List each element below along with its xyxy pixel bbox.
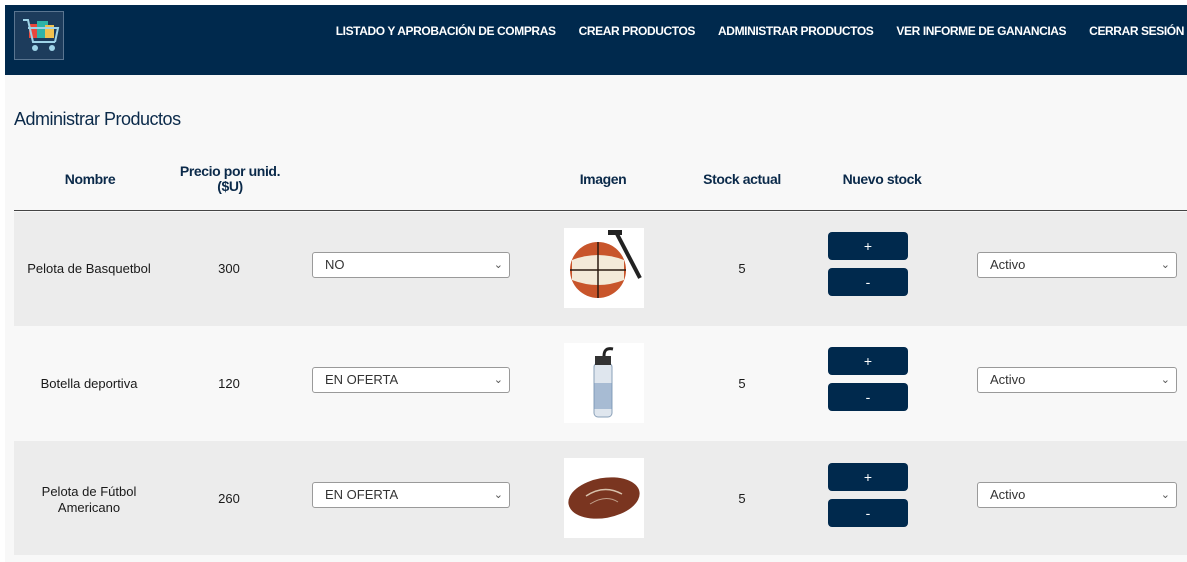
table-row: Pelota de Fútbol Americano 260 EN OFERTA… <box>14 441 1187 555</box>
status-select[interactable]: Activo ⌄ <box>977 252 1177 278</box>
page-title: Administrar Productos <box>14 109 181 129</box>
status-select[interactable]: Activo ⌄ <box>977 367 1177 393</box>
product-name: Botella deportiva <box>40 376 138 391</box>
chevron-down-icon: ⌄ <box>493 374 503 386</box>
nav-link-earnings-report[interactable]: VER INFORME DE GANANCIAS <box>896 24 1066 38</box>
table-row: Pelota de Basquetbol 300 NO ⌄ 5 + - Acti… <box>14 212 1187 326</box>
current-stock: 5 <box>738 376 746 391</box>
header-name: Nombre <box>64 171 116 187</box>
offer-select-value: EN OFERTA <box>325 372 399 387</box>
shopping-cart-logo-icon[interactable] <box>14 11 64 60</box>
status-select[interactable]: Activo ⌄ <box>977 482 1177 508</box>
american-football-icon <box>564 458 644 538</box>
header-price: Precio por unid. ($U) <box>179 163 281 194</box>
header-image: Imagen <box>579 171 627 187</box>
increment-stock-button[interactable]: + <box>828 232 908 260</box>
chevron-down-icon: ⌄ <box>493 259 503 271</box>
decrement-stock-button[interactable]: - <box>828 268 908 296</box>
chevron-down-icon: ⌄ <box>493 489 503 501</box>
increment-stock-button[interactable]: + <box>828 347 908 375</box>
chevron-down-icon: ⌄ <box>1160 259 1170 271</box>
nav-link-purchases[interactable]: LISTADO Y APROBACIÓN DE COMPRAS <box>336 24 556 38</box>
decrement-stock-button[interactable]: - <box>828 383 908 411</box>
nav-links: LISTADO Y APROBACIÓN DE COMPRAS CREAR PR… <box>336 5 1187 57</box>
chevron-down-icon: ⌄ <box>1160 374 1170 386</box>
increment-stock-button[interactable]: + <box>828 463 908 491</box>
product-name: Pelota de Basquetbol <box>27 261 151 276</box>
main-content: Administrar Productos Nombre Precio por … <box>5 75 1187 562</box>
table-row: Botella deportiva 120 EN OFERTA ⌄ 5 + - … <box>14 326 1187 440</box>
header-stock: Stock actual <box>703 171 781 187</box>
nav-link-create-products[interactable]: CREAR PRODUCTOS <box>579 24 696 38</box>
status-select-value: Activo <box>990 372 1026 387</box>
decrement-stock-button[interactable]: - <box>828 499 908 527</box>
header-divider <box>14 210 1187 211</box>
product-name: Pelota de Fútbol Americano <box>41 484 137 515</box>
offer-select[interactable]: NO ⌄ <box>312 252 510 278</box>
offer-select-value: NO <box>325 257 345 272</box>
nav-link-logout[interactable]: CERRAR SESIÓN <box>1089 24 1184 38</box>
current-stock: 5 <box>738 261 746 276</box>
offer-select[interactable]: EN OFERTA ⌄ <box>312 367 510 393</box>
status-select-value: Activo <box>990 257 1026 272</box>
offer-select-value: EN OFERTA <box>325 487 399 502</box>
nav-link-manage-products[interactable]: ADMINISTRAR PRODUCTOS <box>718 24 874 38</box>
current-stock: 5 <box>738 491 746 506</box>
header-new-stock: Nuevo stock <box>842 171 922 187</box>
chevron-down-icon: ⌄ <box>1160 489 1170 501</box>
offer-select[interactable]: EN OFERTA ⌄ <box>312 482 510 508</box>
product-price: 300 <box>218 261 240 276</box>
product-price: 120 <box>218 376 240 391</box>
basketball-icon <box>564 228 644 308</box>
top-navbar: LISTADO Y APROBACIÓN DE COMPRAS CREAR PR… <box>5 5 1187 75</box>
status-select-value: Activo <box>990 487 1026 502</box>
water-bottle-icon <box>564 343 644 423</box>
product-price: 260 <box>218 491 240 506</box>
